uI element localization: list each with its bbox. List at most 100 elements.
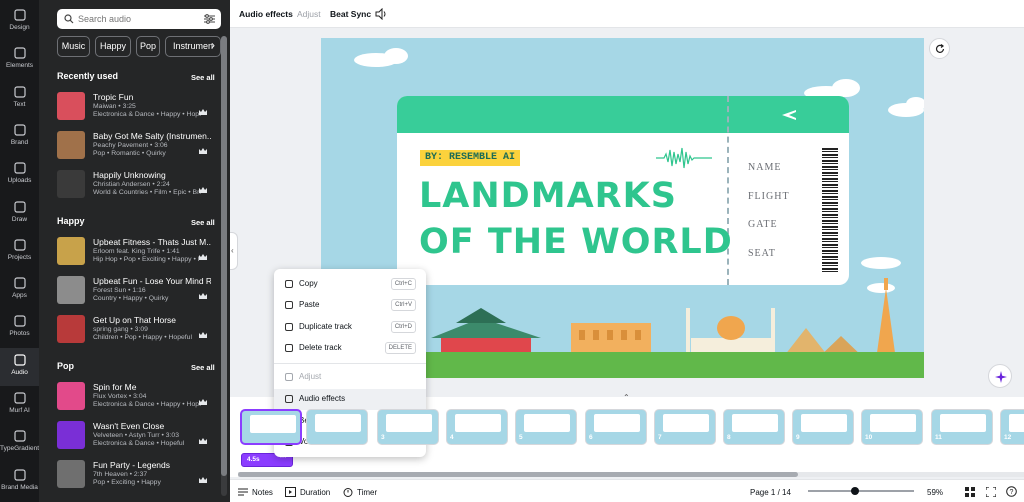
panel-scrollbar-thumb[interactable] [221,36,227,476]
timeline-page[interactable]: 3 [377,409,439,445]
collapse-panel-handle[interactable]: ‹ [230,232,238,270]
menu-item-delete-track[interactable]: Delete track DELETE [274,338,426,359]
track-meta: Flux Vortex • 3:04 [93,393,147,400]
track-item[interactable]: Baby Got Me Salty (Instrumen... Peachy Pa… [57,131,215,163]
track-item[interactable]: Tropic Fun Maiwan • 3:25 Electronica & Dan… [57,92,215,124]
timeline-page[interactable] [306,409,368,445]
filter-chip-happy[interactable]: Happy [95,36,131,57]
track-item[interactable]: Spin for Me Flux Vortex • 3:04 Electronica… [57,382,215,414]
track-title: Tropic Fun [93,92,134,102]
rail-apps[interactable]: Apps [0,271,39,309]
projects-icon [13,238,27,252]
uploads-icon [13,161,27,175]
timeline-page[interactable]: 5 [515,409,577,445]
page-thumbnail [940,414,986,432]
beat-sync-button[interactable]: Beat Sync [330,9,371,19]
track-cover [57,460,85,488]
volume-icon[interactable] [375,8,387,20]
fullscreen-icon[interactable] [986,487,996,497]
filter-icon[interactable] [204,14,215,24]
timeline-page[interactable]: 6 [585,409,647,445]
track-item[interactable]: Wasn't Even Close Velveteen • Astyn Turr … [57,421,215,453]
rail-brand[interactable]: Brand [0,118,39,156]
adjust-button[interactable]: Adjust [297,9,321,19]
menu-item-audio-effects[interactable]: Audio effects [274,389,426,410]
track-tags: Electronica & Dance • Happy • Hopeful [93,111,201,118]
magic-assistant-button[interactable] [988,364,1012,388]
timeline-page[interactable]: 11 [931,409,993,445]
rail-draw[interactable]: Draw [0,195,39,233]
zoom-slider-handle[interactable] [851,487,859,495]
rail-label: Apps [12,292,27,300]
grid-view-icon[interactable] [965,487,975,497]
track-item[interactable]: Upbeat Fitness - Thats Just M... Erloom f… [57,237,215,269]
rail-uploads[interactable]: Uploads [0,156,39,194]
rail-typegradient[interactable]: TypeGradient [0,424,39,462]
track-item[interactable]: Fun Party - Legends 7th Heaven • 2:37 Pop … [57,460,215,492]
crown-icon [199,329,207,338]
landmark-skyline [431,278,896,361]
menu-item-label: Adjust [299,372,322,381]
track-cover [57,92,85,120]
rail-design[interactable]: Design [0,3,39,41]
track-title: Baby Got Me Salty (Instrumen... [93,131,211,141]
see-all-link[interactable]: See all [191,218,215,227]
track-title: Wasn't Even Close [93,421,165,431]
rail-photos[interactable]: Photos [0,309,39,347]
track-item[interactable]: Upbeat Fun - Lose Your Mind R... Forest S… [57,276,215,308]
see-all-link[interactable]: See all [191,73,215,82]
help-icon[interactable]: ? [1006,486,1017,497]
panel-scrollbar[interactable] [221,36,227,496]
track-tags: Pop • Romantic • Quirky [93,150,166,157]
timeline-page[interactable] [240,409,302,445]
menu-item-paste[interactable]: Paste Ctrl+V [274,295,426,316]
filter-chip-pop[interactable]: Pop [136,36,160,57]
audio-clip-duration: 4.5s [247,456,260,463]
menu-item-duplicate-track[interactable]: Duplicate track Ctrl+D [274,317,426,338]
ticket-field-name: NAME [748,162,782,173]
duration-button[interactable]: Duration [300,488,330,497]
audio-effects-button[interactable]: Audio effects [239,9,293,19]
timeline-page[interactable]: 12 [1000,409,1024,445]
timeline-scrollbar-thumb[interactable] [238,472,798,477]
menu-item-label: Paste [299,300,320,309]
zoom-percentage[interactable]: 59% [927,488,943,497]
rail-elements[interactable]: Elements [0,41,39,79]
track-item[interactable]: Get Up on That Horse spring gang • 3:09 Ch… [57,315,215,347]
timeline-page[interactable]: 7 [654,409,716,445]
search-bar[interactable] [57,9,221,29]
filter-chip-music[interactable]: Music [57,36,90,57]
notes-button[interactable]: Notes [252,488,273,497]
elements-icon [13,46,27,60]
top-toolbar: Audio effects Adjust Beat Sync [230,0,1024,28]
chevron-right-icon[interactable]: › [211,38,215,52]
page-thumbnail [524,414,570,432]
timeline-scrollbar[interactable] [238,472,1024,477]
timer-button[interactable]: Timer [357,488,377,497]
search-input[interactable] [78,11,198,27]
rail-audio[interactable]: Audio [0,347,39,386]
timeline-page[interactable]: 8 [723,409,785,445]
rail-text[interactable]: Text [0,80,39,118]
crown-icon [199,106,207,115]
timeline-page[interactable]: 4 [446,409,508,445]
rail-label: Photos [9,330,30,338]
see-all-link[interactable]: See all [191,363,215,372]
rail-label: Brand Media [1,483,38,491]
rail-brand-media[interactable]: Brand Media [0,463,39,501]
menu-item-copy[interactable]: Copy Ctrl+C [274,274,426,295]
timeline-page[interactable]: 9 [792,409,854,445]
track-item[interactable]: Happily Unknowing Christian Andersen • 2:… [57,170,215,202]
zoom-slider[interactable] [808,490,914,492]
sparkle-icon [995,371,1007,383]
rail-projects[interactable]: Projects [0,233,39,271]
menu-item-adjust[interactable]: Adjust [274,367,426,388]
refresh-button[interactable] [929,38,950,59]
timeline-page[interactable]: 10 [861,409,923,445]
page-indicator[interactable]: Page 1 / 14 [750,488,791,497]
crown-icon [199,435,207,444]
rail-murf[interactable]: Murf AI [0,386,39,424]
rail-label: Murf AI [9,407,30,414]
rail-label: Elements [5,62,34,70]
murf-icon [13,391,27,405]
